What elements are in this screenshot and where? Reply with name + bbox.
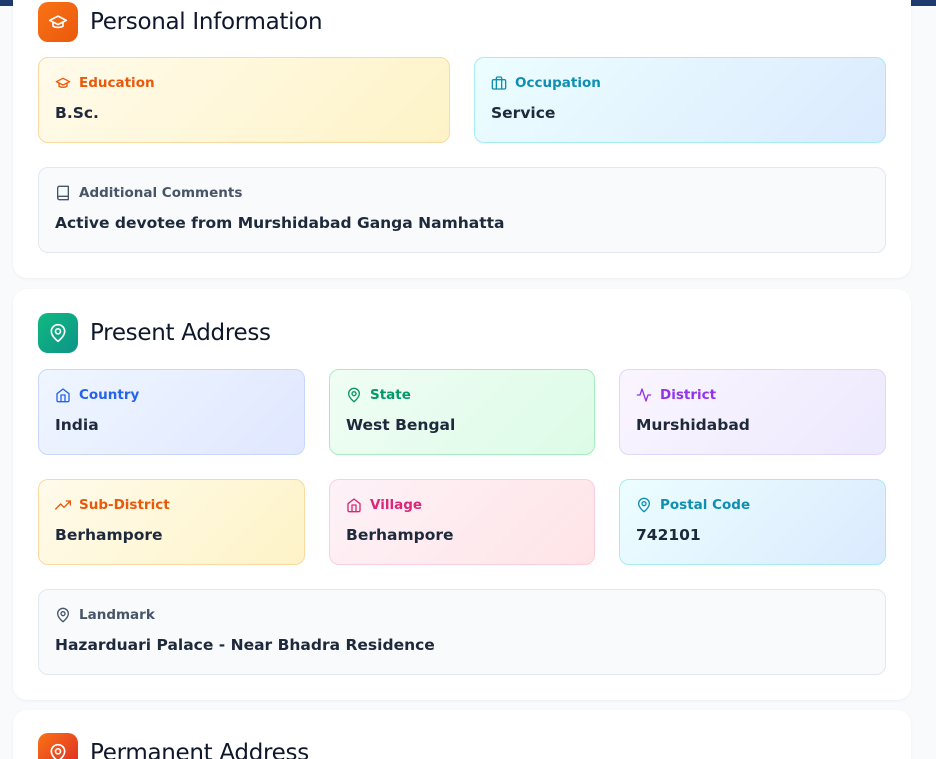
education-label-row: Education <box>55 75 155 91</box>
village-value: Berhampore <box>346 526 454 544</box>
occupation-card: Occupation Service <box>474 57 886 143</box>
map-pin-icon <box>38 313 78 353</box>
state-label-row: State <box>346 387 411 403</box>
postal-code-label-row: Postal Code <box>636 497 750 513</box>
district-card: District Murshidabad <box>619 369 886 455</box>
section-header: Permanent Address <box>38 733 309 759</box>
activity-icon <box>636 388 652 402</box>
education-card: Education B.Sc. <box>38 57 450 143</box>
state-label: State <box>370 387 411 403</box>
briefcase-icon <box>491 76 507 90</box>
section-title: Personal Information <box>90 9 323 35</box>
education-label: Education <box>79 75 155 91</box>
permanent-address-section: Permanent Address <box>13 710 911 759</box>
landmark-value: Hazarduari Palace - Near Bhadra Residenc… <box>55 636 435 654</box>
comments-label: Additional Comments <box>79 185 243 201</box>
map-pin-icon <box>38 733 78 759</box>
district-value: Murshidabad <box>636 416 750 434</box>
sub-district-label: Sub-District <box>79 497 170 513</box>
landmark-label: Landmark <box>79 607 155 623</box>
occupation-value: Service <box>491 104 556 122</box>
present-address-section: Present Address Country India State West… <box>13 289 911 700</box>
sub-district-label-row: Sub-District <box>55 497 170 513</box>
home-icon <box>56 388 70 403</box>
section-title: Permanent Address <box>90 740 309 759</box>
village-label-row: Village <box>346 497 422 513</box>
landmark-card: Landmark Hazarduari Palace - Near Bhadra… <box>38 589 886 675</box>
home-icon <box>347 498 361 513</box>
village-label: Village <box>370 497 423 513</box>
occupation-label-row: Occupation <box>491 75 601 91</box>
sub-district-value: Berhampore <box>55 526 163 544</box>
map-pin-icon <box>348 387 360 403</box>
education-value: B.Sc. <box>55 104 99 122</box>
landmark-label-row: Landmark <box>55 607 155 623</box>
postal-code-label: Postal Code <box>660 497 751 513</box>
country-label-row: Country <box>55 387 139 403</box>
country-card: Country India <box>38 369 305 455</box>
section-header: Present Address <box>38 313 271 353</box>
graduation-cap-icon <box>38 2 78 42</box>
book-icon <box>57 185 69 201</box>
district-label: District <box>660 387 717 403</box>
country-label: Country <box>79 387 140 403</box>
additional-comments-card: Additional Comments Active devotee from … <box>38 167 886 253</box>
postal-code-card: Postal Code 742101 <box>619 479 886 565</box>
comments-label-row: Additional Comments <box>55 185 242 201</box>
trending-up-icon <box>55 500 71 510</box>
sub-district-card: Sub-District Berhampore <box>38 479 305 565</box>
occupation-label: Occupation <box>515 75 601 91</box>
personal-information-section: Personal Information Education B.Sc. Occ… <box>13 0 911 278</box>
map-pin-icon <box>57 607 69 623</box>
country-value: India <box>55 416 99 434</box>
graduation-cap-icon <box>55 77 71 88</box>
state-card: State West Bengal <box>329 369 595 455</box>
map-pin-icon <box>638 497 650 513</box>
section-title: Present Address <box>90 320 271 346</box>
comments-value: Active devotee from Murshidabad Ganga Na… <box>55 214 505 232</box>
section-header: Personal Information <box>38 2 323 42</box>
district-label-row: District <box>636 387 716 403</box>
postal-code-value: 742101 <box>636 526 701 544</box>
village-card: Village Berhampore <box>329 479 595 565</box>
state-value: West Bengal <box>346 416 456 434</box>
